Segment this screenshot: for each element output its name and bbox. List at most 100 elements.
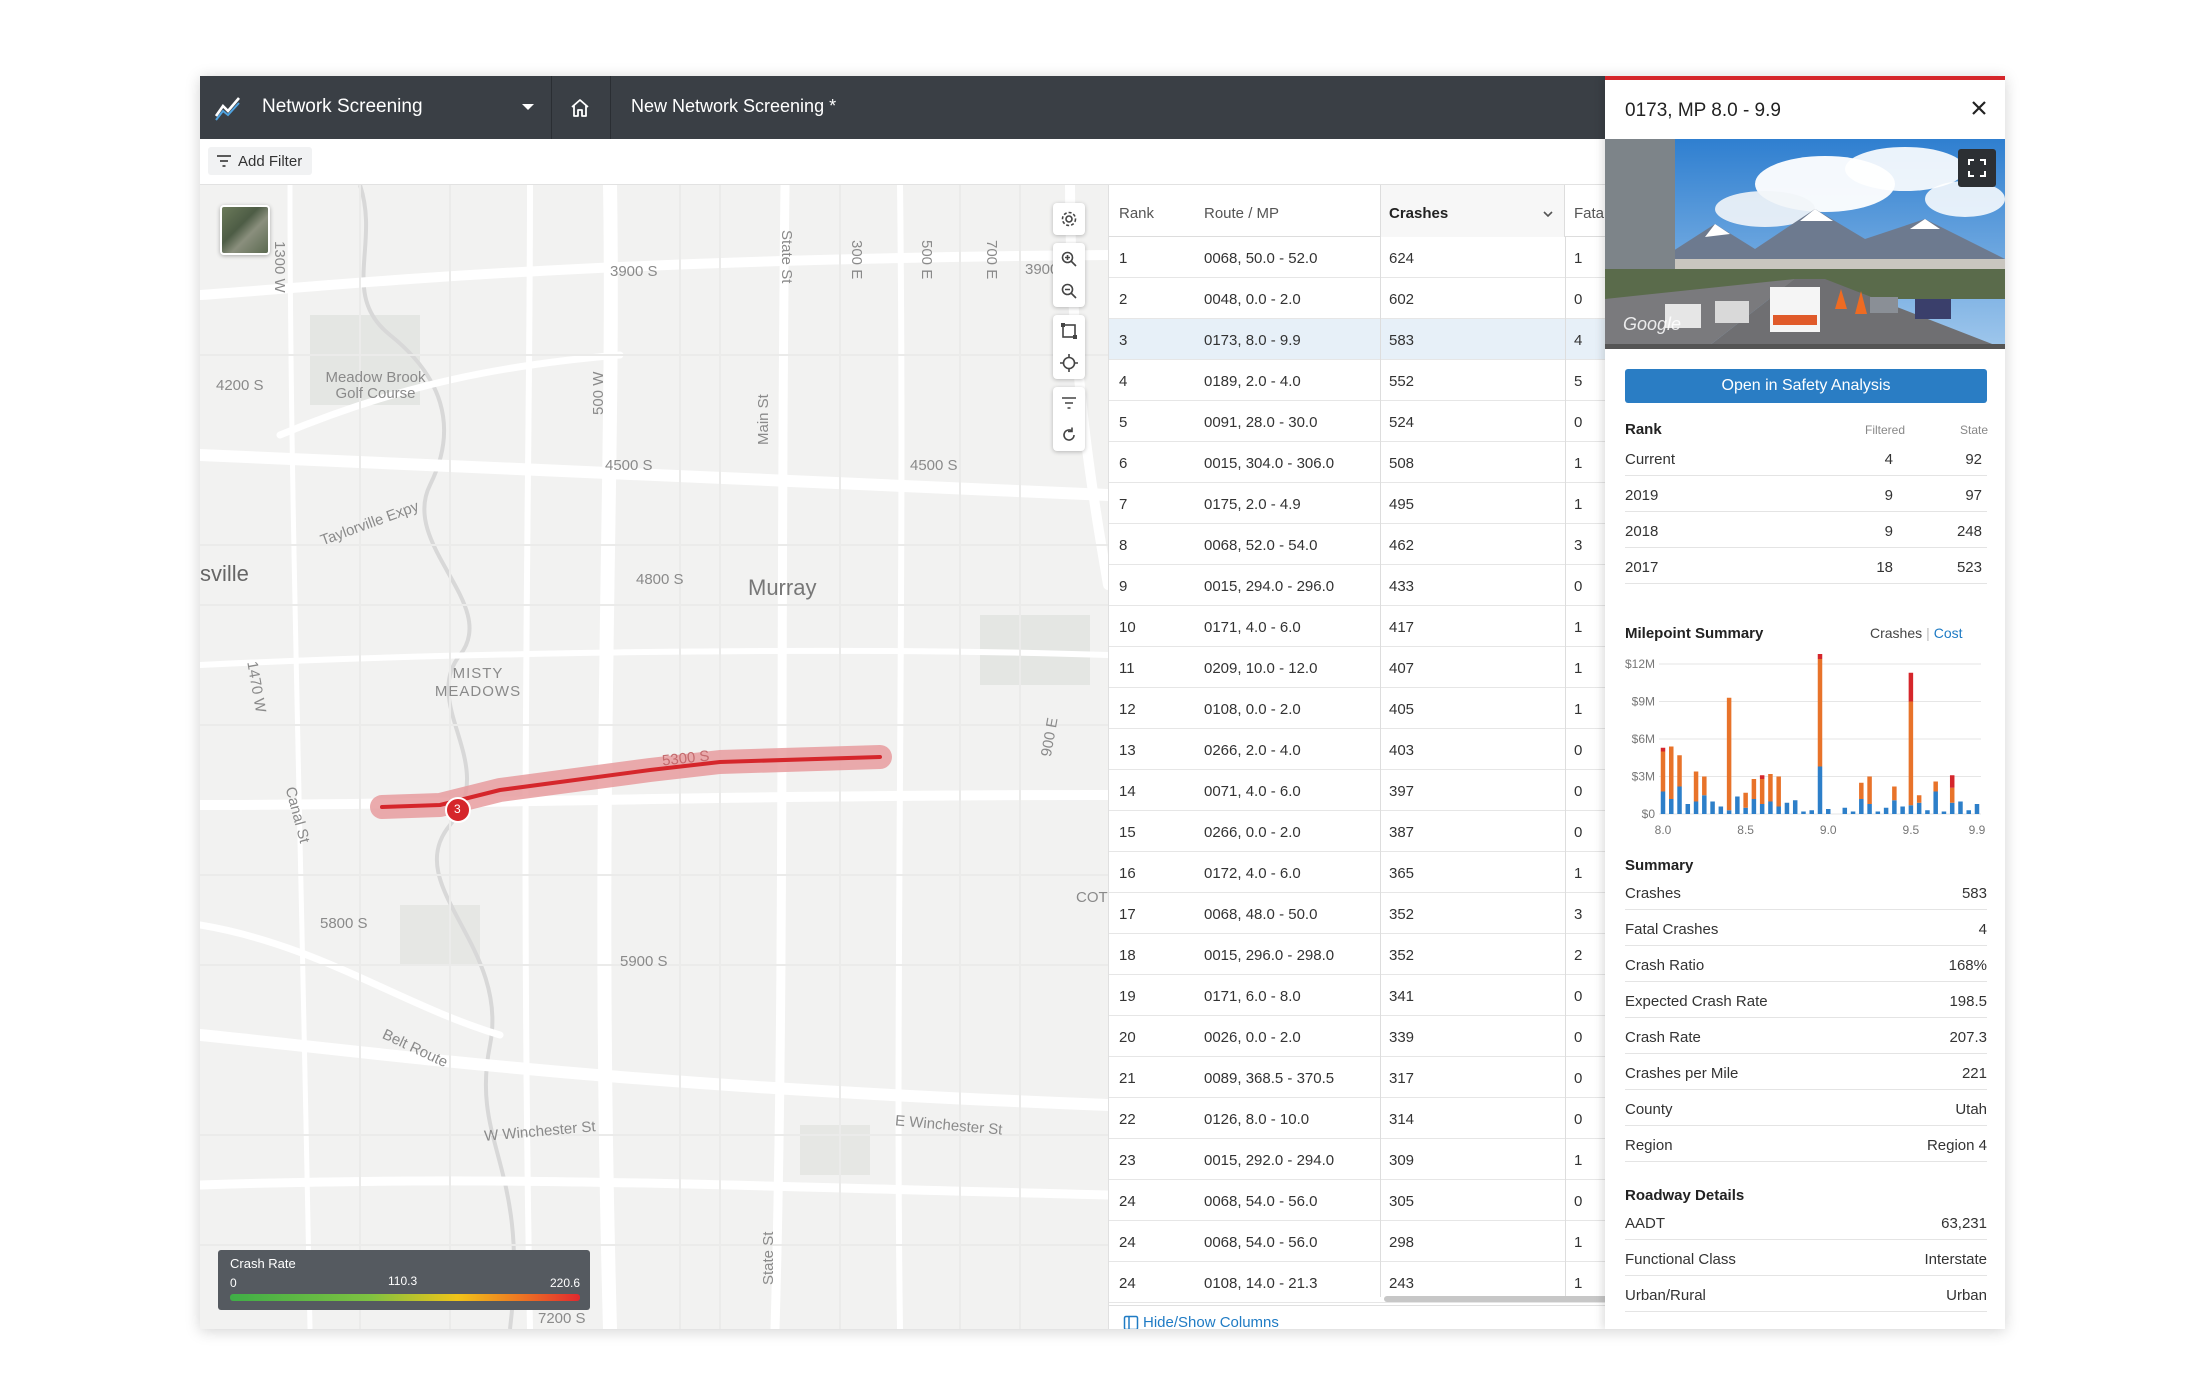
draw-area-button[interactable] [1053,315,1085,347]
table-row[interactable]: 2 0048, 0.0 - 2.0 602 0 [1109,278,1605,319]
chart-bar-orange[interactable] [1669,746,1674,800]
chart-bar-blue[interactable] [1768,801,1773,815]
table-row[interactable]: 20 0026, 0.0 - 2.0 339 0 [1109,1016,1605,1057]
map-view[interactable]: 3 1300 W 3900 S 3900 State St 300 E 500 … [200,185,1108,1329]
chart-bar-blue[interactable] [1660,791,1666,815]
table-row[interactable]: 8 0068, 52.0 - 54.0 462 3 [1109,524,1605,565]
chart-bar-blue[interactable] [1809,810,1814,814]
chart-bar-blue[interactable] [1817,766,1823,815]
chart-bar-blue[interactable] [1677,786,1682,815]
table-row[interactable]: 1 0068, 50.0 - 52.0 624 1 [1109,237,1605,278]
chart-bar-blue[interactable] [1743,807,1748,814]
chart-bar-blue[interactable] [1710,801,1715,815]
chart-bar-orange[interactable] [1908,701,1914,806]
table-row[interactable]: 19 0171, 6.0 - 8.0 341 0 [1109,975,1605,1016]
horizontal-scrollbar[interactable] [1384,1296,1605,1302]
table-row[interactable]: 18 0015, 296.0 - 298.0 352 2 [1109,934,1605,975]
table-row[interactable]: 23 0015, 292.0 - 294.0 309 1 [1109,1139,1605,1180]
chart-bar-orange[interactable] [1759,779,1765,804]
header-crashes[interactable]: Crashes [1389,205,1448,222]
locate-button[interactable] [1053,347,1085,379]
add-filter-button[interactable]: Add Filter [208,147,313,175]
chart-bar-orange[interactable] [1726,697,1732,811]
sort-desc-icon[interactable] [1542,208,1554,220]
map-settings-button[interactable] [1053,203,1085,235]
chart-bar-blue[interactable] [1784,802,1790,814]
chart-bar-orange[interactable] [1660,751,1666,792]
chart-bar-orange[interactable] [1768,774,1773,802]
open-in-safety-analysis-button[interactable]: Open in Safety Analysis [1625,369,1987,403]
table-row[interactable]: 22 0126, 8.0 - 10.0 314 0 [1109,1098,1605,1139]
table-row[interactable]: 13 0266, 2.0 - 4.0 403 0 [1109,729,1605,770]
table-row[interactable]: 3 0173, 8.0 - 9.9 583 4 [1109,319,1605,360]
chart-bar-blue[interactable] [1916,802,1922,814]
hide-show-columns-button[interactable]: Hide/Show Columns [1123,1314,1279,1329]
chart-bar-orange[interactable] [1859,782,1864,799]
chart-bar-blue[interactable] [1966,810,1971,814]
chart-bar-orange[interactable] [1949,787,1955,803]
street-view-photo[interactable]: Google [1605,139,2005,349]
table-row[interactable]: 6 0015, 304.0 - 306.0 508 1 [1109,442,1605,483]
close-panel-button[interactable] [1967,96,1991,120]
table-row[interactable]: 21 0089, 368.5 - 370.5 317 0 [1109,1057,1605,1098]
chart-bar-blue[interactable] [1883,807,1889,814]
toggle-cost[interactable]: Cost [1934,625,1963,641]
chart-bar-blue[interactable] [1751,799,1757,814]
basemap-toggle-button[interactable] [220,205,270,255]
chart-bar-blue[interactable] [1908,805,1914,814]
table-row[interactable]: 11 0209, 10.0 - 12.0 407 1 [1109,647,1605,688]
reset-map-button[interactable] [1053,419,1085,451]
chart-bar-blue[interactable] [1826,809,1831,814]
table-row[interactable]: 14 0071, 4.0 - 6.0 397 0 [1109,770,1605,811]
chart-bar-red[interactable] [1949,775,1955,788]
chart-bar-blue[interactable] [1875,811,1881,815]
chart-bar-blue[interactable] [1776,806,1781,815]
chart-bar-orange[interactable] [1743,792,1748,808]
chart-bar-orange[interactable] [1933,781,1938,792]
expand-photo-button[interactable] [1958,149,1996,187]
table-row[interactable]: 24 0068, 54.0 - 56.0 305 0 [1109,1180,1605,1221]
chart-bar-orange[interactable] [1916,795,1922,803]
chart-bar-orange[interactable] [1702,776,1707,796]
chart-bar-blue[interactable] [1792,800,1798,814]
table-row[interactable]: 12 0108, 0.0 - 2.0 405 1 [1109,688,1605,729]
chart-bar-red[interactable] [1660,747,1666,752]
chart-bar-blue[interactable] [1925,810,1930,814]
chart-bar-blue[interactable] [1693,801,1699,815]
table-row[interactable]: 17 0068, 48.0 - 50.0 352 3 [1109,893,1605,934]
app-title[interactable]: Network Screening [262,96,423,118]
home-button[interactable] [565,93,595,123]
header-route-mp[interactable]: Route / MP [1204,205,1279,222]
chart-bar-orange[interactable] [1677,755,1682,787]
chart-bar-red[interactable] [1817,654,1823,659]
chart-bar-blue[interactable] [1726,810,1732,814]
table-row[interactable]: 24 0068, 54.0 - 56.0 298 1 [1109,1221,1605,1262]
header-rank[interactable]: Rank [1119,205,1154,222]
chart-bar-red[interactable] [1908,672,1914,702]
chart-bar-blue[interactable] [1759,804,1765,814]
table-row[interactable]: 4 0189, 2.0 - 4.0 552 5 [1109,360,1605,401]
chart-bar-blue[interactable] [1735,796,1740,815]
chart-bar-blue[interactable] [1718,806,1724,815]
zoom-out-button[interactable] [1053,275,1085,307]
map-filter-button[interactable] [1053,387,1085,419]
chart-bar-blue[interactable] [1702,795,1707,814]
app-switcher-caret-icon[interactable] [522,104,534,110]
chart-bar-blue[interactable] [1933,791,1938,815]
chart-bar-orange[interactable] [1892,786,1897,801]
chart-bar-blue[interactable] [1949,802,1955,814]
chart-bar-blue[interactable] [1685,804,1691,814]
chart-bar-blue[interactable] [1850,811,1856,815]
chart-bar-blue[interactable] [1669,799,1674,814]
table-row[interactable]: 7 0175, 2.0 - 4.9 495 1 [1109,483,1605,524]
chart-bar-blue[interactable] [1867,804,1872,814]
zoom-in-button[interactable] [1053,243,1085,275]
chart-bar-blue[interactable] [1842,807,1848,814]
chart-bar-red[interactable] [1759,775,1765,779]
table-row[interactable]: 5 0091, 28.0 - 30.0 524 0 [1109,401,1605,442]
chart-bar-orange[interactable] [1867,776,1872,805]
chart-bar-orange[interactable] [1751,779,1757,799]
chart-bar-blue[interactable] [1900,806,1905,815]
chart-bar-orange[interactable] [1817,659,1823,767]
table-row[interactable]: 9 0015, 294.0 - 296.0 433 0 [1109,565,1605,606]
